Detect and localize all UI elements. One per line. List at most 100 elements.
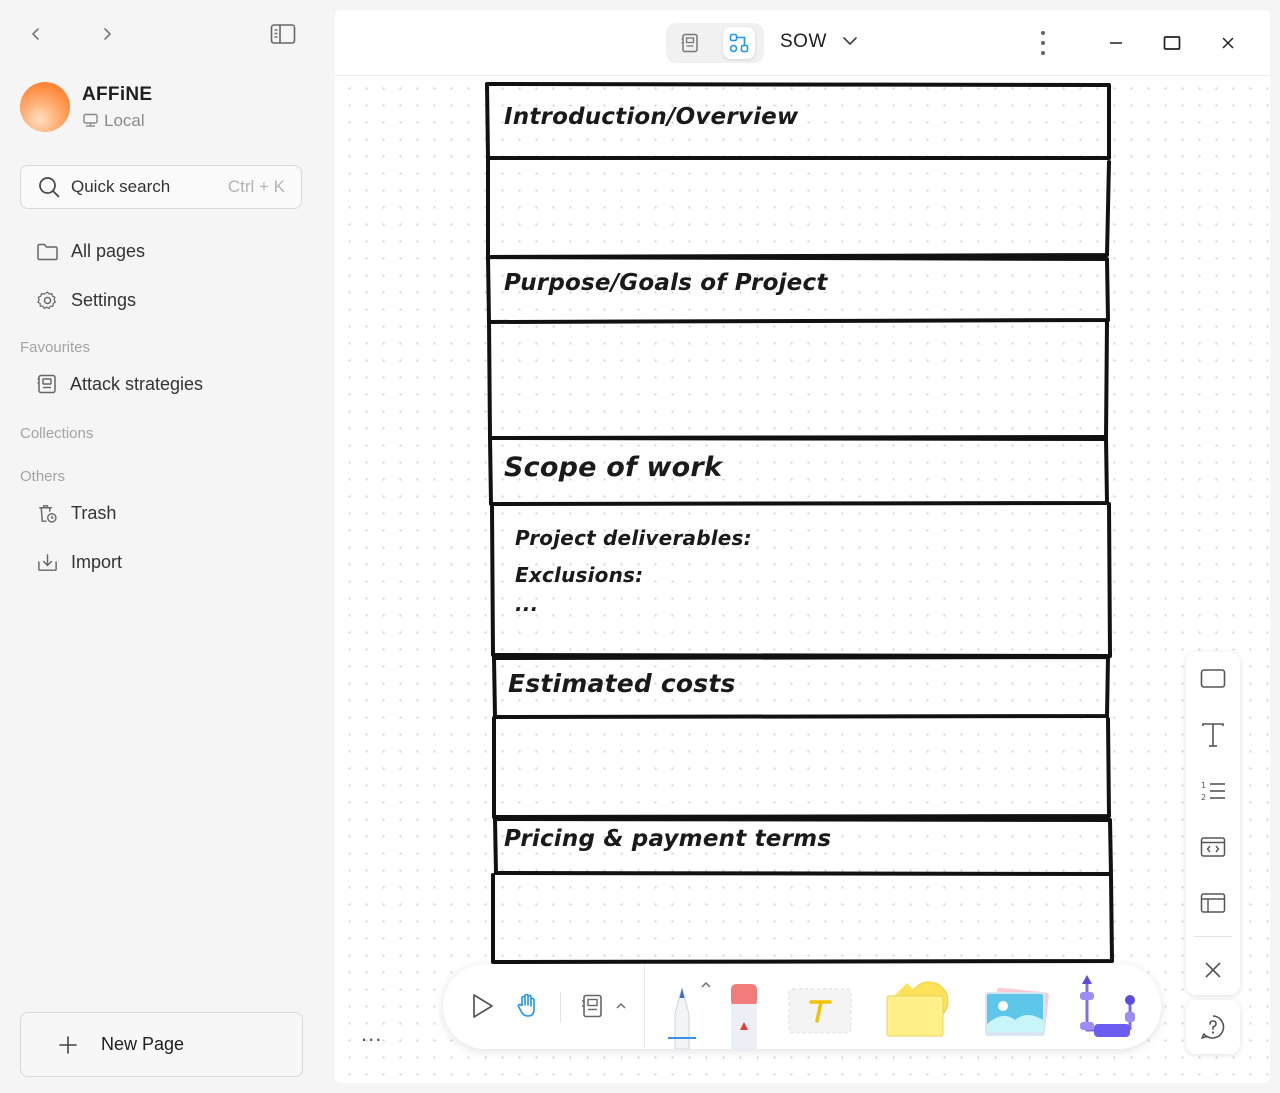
list-tool-button[interactable]: 12 [1197,775,1229,807]
section-title: Pricing & payment terms [504,826,832,852]
sidebar-item-label: Attack strategies [70,373,204,394]
sidebar-item-settings[interactable]: Settings [36,289,136,312]
folder-icon [37,243,58,260]
frame-tool-button[interactable] [1197,663,1229,695]
pen-icon [668,986,696,1049]
page-mode-button[interactable] [674,27,706,59]
toggle-sidebar-button[interactable] [269,20,297,48]
sidebar-item-import[interactable]: Import [36,551,122,574]
toolbar-divider [644,964,645,1049]
chevron-up-icon [701,982,711,988]
more-vertical-icon [1041,31,1045,55]
connector-icon [1080,975,1135,1037]
sidebar-toggle-icon [270,24,296,44]
eraser-tool-button[interactable] [727,982,761,1049]
maximize-button[interactable] [1157,28,1187,58]
close-toolbar-button[interactable] [1197,954,1229,986]
pen-tool-button[interactable] [665,974,699,1049]
mode-switch [666,23,764,63]
import-icon [38,554,57,571]
edgeless-canvas[interactable]: Introduction/Overview Purpose/Goals of P… [335,76,1270,1083]
more-options-button[interactable] [1028,28,1058,58]
note-icon [582,994,602,1018]
quick-search-shortcut: Ctrl + K [227,177,285,196]
close-window-button[interactable] [1213,28,1243,58]
svg-text:2: 2 [1201,793,1206,802]
edgeless-toolbar [443,964,1161,1049]
pen-options-button[interactable] [699,978,713,992]
sidebar: AFFiNE Local Quick search Ctrl + K All p… [0,0,335,1093]
layout-tool-button[interactable] [1197,887,1229,919]
page-title[interactable]: SOW [780,31,827,53]
section-favourites: Favourites [20,339,91,356]
more-dots-button[interactable]: ... [361,1021,382,1047]
section-title: Introduction/Overview [504,104,799,130]
select-icon [473,994,493,1018]
scope-line: ... [515,592,539,616]
editor-window: SOW Introduction/Overview Purpose/Goals … [335,10,1270,1083]
hand-tool-button[interactable] [511,990,545,1022]
hand-icon [517,993,535,1017]
code-tool-button[interactable] [1197,831,1229,863]
text-icon [1202,723,1224,747]
shape-icon [886,981,949,1037]
connector-tool-button[interactable] [1075,972,1137,1042]
workspace-name: AFFiNE [82,83,153,105]
image-tool-button[interactable] [981,982,1051,1040]
sidebar-item-label: Settings [71,290,137,310]
select-tool-button[interactable] [467,990,499,1022]
text-tool-button[interactable] [1197,719,1229,751]
shape-tool-button[interactable] [883,978,953,1038]
page-mode-icon [681,33,698,53]
scope-line: Exclusions: [515,563,644,587]
section-others: Others [20,468,66,485]
title-menu-button[interactable] [841,32,859,55]
minimize-button[interactable] [1101,28,1131,58]
toolbar-divider [1194,936,1232,937]
workspace-card[interactable]: AFFiNE Local [20,82,152,132]
text-tool-button[interactable] [788,988,852,1034]
sidebar-item-label: All pages [71,241,146,261]
help-button[interactable] [1186,1000,1240,1054]
scope-line: Project deliverables: [515,526,752,550]
new-page-button[interactable]: New Page [20,1012,303,1077]
text-tool-icon [788,988,852,1034]
edgeless-mode-icon [729,33,749,53]
section-collections[interactable]: Collections [20,425,93,442]
sow-sketch-frame[interactable]: Introduction/Overview Purpose/Goals of P… [485,82,1115,967]
chevron-left-icon [32,28,39,40]
section-title: Scope of work [504,452,723,483]
note-tool-button[interactable] [576,990,608,1022]
forward-button[interactable] [93,20,121,48]
trash-icon [39,505,57,523]
image-icon [985,987,1049,1036]
top-bar: SOW [335,10,1270,76]
search-icon [39,177,60,198]
quick-search[interactable]: Quick search Ctrl + K [20,165,302,209]
eraser-icon [731,984,757,1049]
maximize-icon [1163,36,1181,50]
help-icon [1201,1015,1225,1039]
section-title: Purpose/Goals of Project [504,270,828,296]
workspace-type: Local [104,110,145,130]
close-icon [1222,37,1234,49]
edgeless-mode-button[interactable] [723,27,755,59]
plus-icon [59,1035,77,1054]
sidebar-item-label: Import [71,552,123,572]
close-icon [1205,962,1221,978]
sidebar-item-label: Trash [71,503,117,523]
gear-icon [37,291,57,310]
toolbar-divider [560,992,561,1022]
sidebar-item-all-pages[interactable]: All pages [36,241,145,262]
rectangle-icon [1200,669,1226,688]
sidebar-item-trash[interactable]: Trash [36,502,116,525]
numbered-list-icon: 12 [1201,781,1225,802]
chevron-right-icon [104,28,111,40]
note-options-button[interactable] [613,998,629,1014]
back-button[interactable] [22,20,50,48]
element-toolbar: 12 [1186,652,1240,995]
code-block-icon [1200,837,1226,857]
sidebar-item-attack-strategies[interactable]: Attack strategies [36,373,203,395]
page-icon [37,374,56,394]
layout-icon [1200,893,1226,913]
